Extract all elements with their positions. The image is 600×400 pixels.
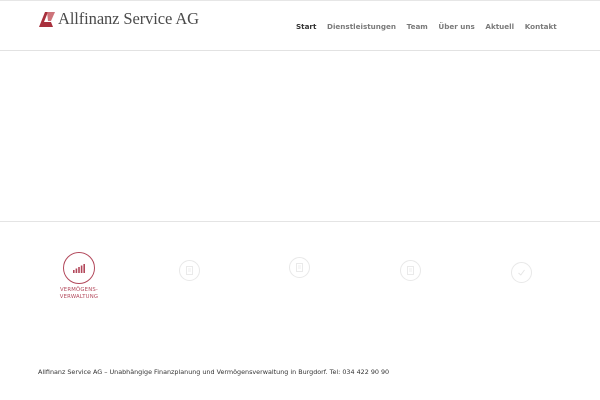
service-icon-circle	[63, 252, 95, 284]
document-icon	[295, 263, 303, 272]
check-icon	[517, 269, 525, 276]
hero-slider	[0, 51, 600, 222]
bar-chart-icon	[73, 263, 85, 273]
brand-name: Allfinanz Service AG	[58, 9, 199, 28]
service-icon-circle	[510, 262, 532, 283]
brand-logo-icon	[39, 12, 55, 27]
service-tab-3[interactable]	[249, 257, 349, 282]
nav-item-start[interactable]: Start	[290, 1, 322, 53]
nav-item-dienstleistungen[interactable]: Dienstleistungen	[322, 1, 402, 52]
document-icon	[406, 266, 414, 275]
site-header: Allfinanz Service AG Start Dienstleistun…	[0, 0, 600, 53]
logo-link[interactable]: Allfinanz Service AG	[38, 9, 199, 28]
nav-item-team[interactable]: Team	[401, 1, 433, 52]
footer-text: Allfinanz Service AG – Unabhängige Finan…	[38, 368, 390, 376]
service-icon-circle	[178, 260, 200, 281]
nav-item-ueber-uns[interactable]: Über uns	[433, 1, 480, 52]
service-tab-2[interactable]	[139, 260, 239, 285]
services-tabs: VERMÖGENS- VERWALTUNG	[0, 222, 600, 332]
service-tab-5[interactable]	[471, 262, 571, 287]
service-icon-circle	[288, 257, 310, 278]
service-tab-4[interactable]	[360, 260, 460, 285]
service-icon-circle	[399, 260, 421, 281]
service-tab-vermoegensverwaltung[interactable]: VERMÖGENS- VERWALTUNG	[29, 252, 129, 301]
document-icon	[185, 266, 193, 275]
main-nav: Start Dienstleistungen Team Über uns Akt…	[290, 1, 562, 53]
nav-item-kontakt[interactable]: Kontakt	[519, 1, 562, 52]
nav-item-aktuell[interactable]: Aktuell	[480, 1, 519, 52]
service-label: VERMÖGENS- VERWALTUNG	[59, 287, 99, 300]
